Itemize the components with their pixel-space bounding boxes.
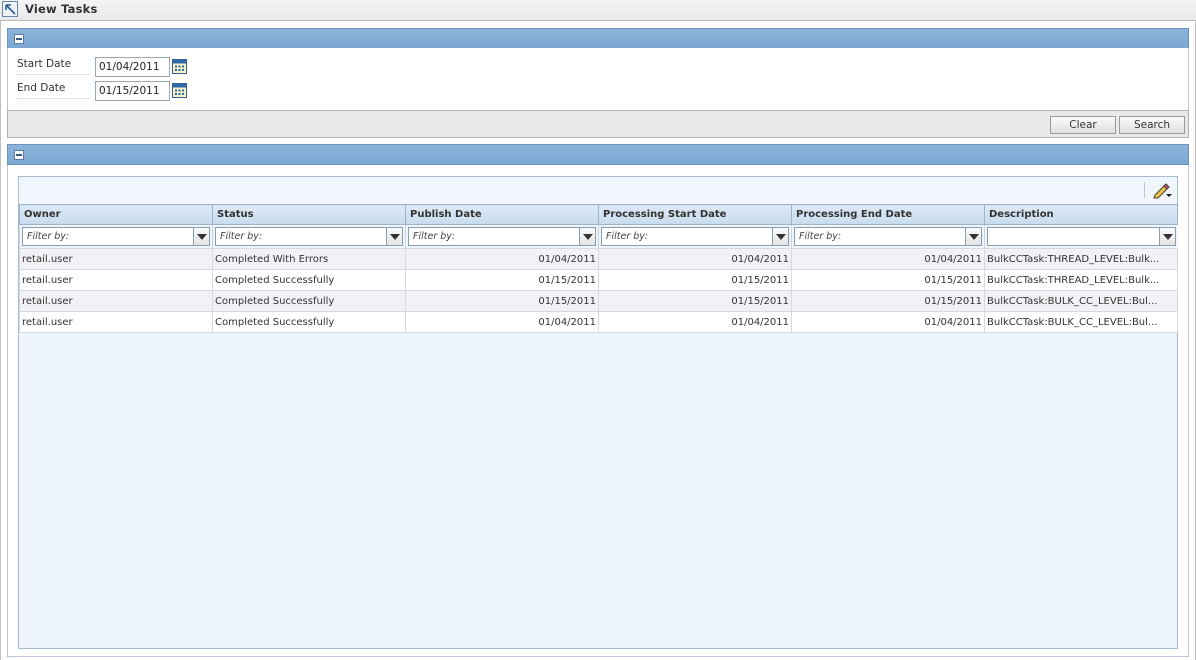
window-titlebar: View Tasks [0,0,1196,21]
column-header-owner[interactable]: Owner [19,204,213,225]
cell-owner: retail.user [19,311,213,333]
table-header-row: Owner Status Publish Date Processing Sta… [19,204,1178,225]
cell-owner: retail.user [19,269,213,291]
cell-processing-end-date: 01/04/2011 [791,311,985,333]
filter-placeholder: Filter by: [220,231,263,242]
cell-description: BulkCCTask:THREAD_LEVEL:Bulk... [984,248,1178,270]
end-date-label: End Date [17,82,89,99]
chevron-down-icon[interactable] [772,228,788,245]
filter-placeholder: Filter by: [799,231,842,242]
cell-description: BulkCCTask:BULK_CC_LEVEL:Bul... [984,311,1178,333]
collapse-icon[interactable] [14,34,24,44]
search-button[interactable]: Search [1119,116,1185,134]
table-toolbar [19,177,1177,204]
search-button-bar: Clear Search [7,110,1189,138]
table-row[interactable]: retail.user Completed Successfully 01/15… [19,269,1178,291]
results-panel-header [7,144,1189,165]
calendar-icon[interactable] [172,59,187,74]
calendar-icon[interactable] [172,83,187,98]
cell-owner: retail.user [19,248,213,270]
cell-publish-date: 01/15/2011 [405,290,599,312]
cell-processing-start-date: 01/15/2011 [598,269,792,291]
filter-processing-start-date[interactable]: Filter by: [601,227,789,246]
filter-status[interactable]: Filter by: [215,227,403,246]
filter-placeholder: Filter by: [413,231,456,242]
cell-status: Completed Successfully [212,290,406,312]
cell-description: BulkCCTask:BULK_CC_LEVEL:Bul... [984,290,1178,312]
cell-processing-start-date: 01/04/2011 [598,311,792,333]
cell-status: Completed Successfully [212,311,406,333]
column-header-processing-start-date[interactable]: Processing Start Date [598,204,792,225]
filter-placeholder: Filter by: [606,231,649,242]
cell-owner: retail.user [19,290,213,312]
end-date-input[interactable] [95,81,170,101]
page-title: View Tasks [25,2,98,16]
cell-description: BulkCCTask:THREAD_LEVEL:Bulk... [984,269,1178,291]
cell-processing-start-date: 01/15/2011 [598,290,792,312]
cell-status: Completed With Errors [212,248,406,270]
start-date-label: Start Date [17,58,89,75]
column-header-processing-end-date[interactable]: Processing End Date [791,204,985,225]
cell-processing-end-date: 01/15/2011 [791,269,985,291]
cell-publish-date: 01/15/2011 [405,269,599,291]
chevron-down-icon[interactable] [1158,228,1175,245]
filter-publish-date[interactable]: Filter by: [408,227,596,246]
filter-processing-end-date[interactable]: Filter by: [794,227,982,246]
filter-description[interactable] [987,227,1176,246]
table-row[interactable]: retail.user Completed Successfully 01/15… [19,290,1178,312]
search-panel-header [7,28,1189,49]
filter-row: Filter by: Filter by: Filter by: Filter … [19,224,1178,249]
clear-button[interactable]: Clear [1050,116,1116,134]
collapse-icon[interactable] [14,150,24,160]
chevron-down-icon[interactable] [386,228,402,245]
table-row[interactable]: retail.user Completed Successfully 01/04… [19,311,1178,333]
cell-publish-date: 01/04/2011 [405,248,599,270]
cell-processing-start-date: 01/04/2011 [598,248,792,270]
resize-arrow-icon[interactable] [2,1,18,17]
column-header-status[interactable]: Status [212,204,406,225]
filter-placeholder: Filter by: [27,231,70,242]
pencil-edit-icon[interactable] [1152,181,1172,199]
toolbar-separator [1144,182,1145,198]
chevron-down-icon[interactable] [965,228,981,245]
table-row[interactable]: retail.user Completed With Errors 01/04/… [19,248,1178,270]
filter-owner[interactable]: Filter by: [22,227,210,246]
column-header-publish-date[interactable]: Publish Date [405,204,599,225]
cell-publish-date: 01/04/2011 [405,311,599,333]
cell-processing-end-date: 01/15/2011 [791,290,985,312]
search-panel-body [7,48,1189,110]
column-header-description[interactable]: Description [984,204,1178,225]
cell-status: Completed Successfully [212,269,406,291]
start-date-input[interactable] [95,57,170,77]
chevron-down-icon[interactable] [193,228,209,245]
results-table-container: Owner Status Publish Date Processing Sta… [18,176,1178,649]
chevron-down-icon[interactable] [579,228,595,245]
results-table: Owner Status Publish Date Processing Sta… [19,204,1178,333]
cell-processing-end-date: 01/04/2011 [791,248,985,270]
